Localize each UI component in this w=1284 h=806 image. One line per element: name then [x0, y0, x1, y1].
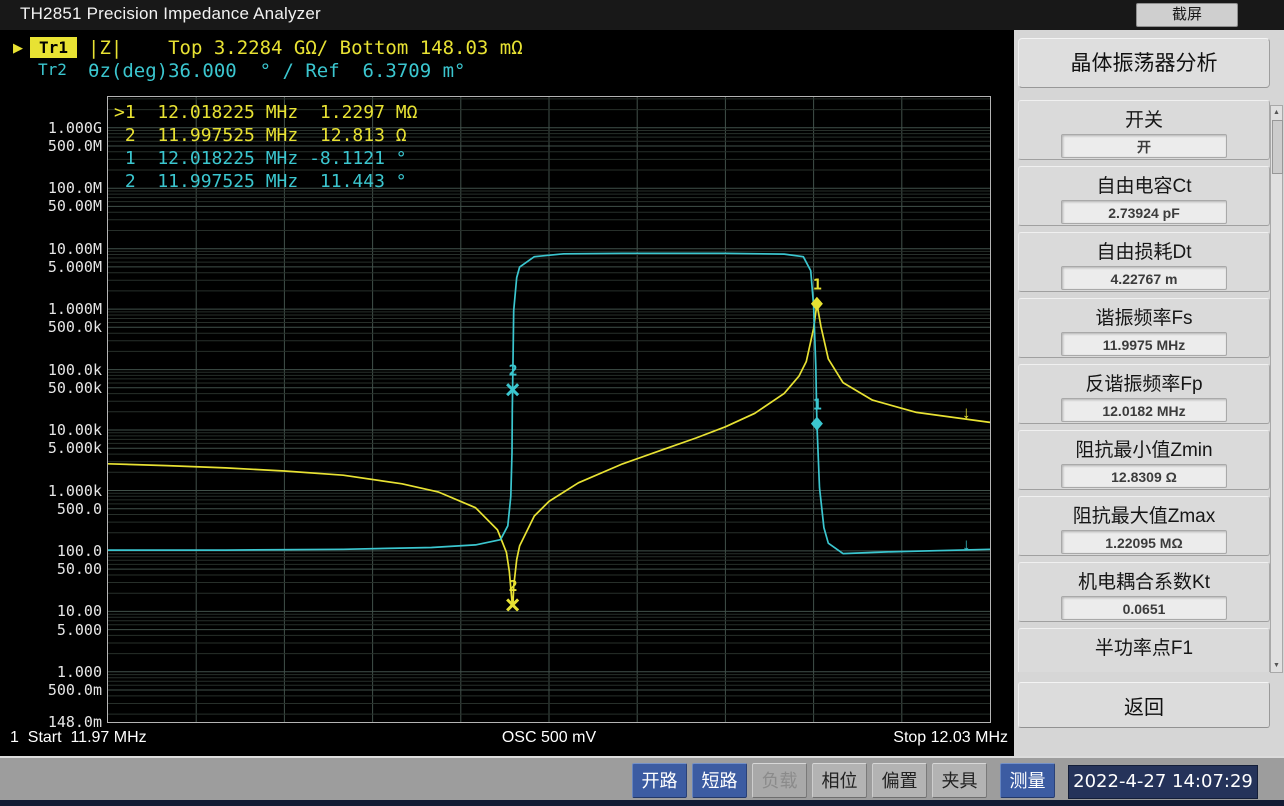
param-label: 反谐振频率Fp	[1019, 365, 1269, 396]
y-axis-tick: 500.0m	[4, 681, 102, 699]
y-axis-tick: 5.000	[4, 621, 102, 639]
param-value: 0.0651	[1061, 596, 1227, 620]
marker-readout-line: 2 11.997525 MHz 12.813 Ω	[114, 124, 417, 147]
y-axis-tick: 100.0k	[4, 361, 102, 379]
marker-1-tr1-label: 1	[813, 276, 822, 294]
y-axis-labels: 1.000G500.0M 100.0M50.00M 10.00M5.000M 1.00…	[0, 97, 102, 722]
param-value: 11.9975 MHz	[1061, 332, 1227, 356]
y-axis-tick: 1.000M	[4, 300, 102, 318]
sidebar-param-half-power-point-f1[interactable]: 半功率点F1	[1018, 628, 1270, 672]
marker-2-tr2-label: 2	[509, 362, 518, 380]
marker-readout-line: >1 12.018225 MHz 1.2297 MΩ	[114, 101, 417, 124]
param-label: 半功率点F1	[1019, 629, 1269, 660]
y-axis-tick: 1.000	[4, 663, 102, 681]
param-label: 开关	[1019, 101, 1269, 132]
marker-1-tr2[interactable]	[811, 417, 823, 431]
param-value: 12.0182 MHz	[1061, 398, 1227, 422]
toolbar-buttons: 开路短路负载相位偏置夹具测量	[632, 763, 1055, 798]
sidebar-param-impedance-max-zmax[interactable]: 阻抗最大值Zmax1.22095 MΩ	[1018, 496, 1270, 556]
param-value: 2.73924 pF	[1061, 200, 1227, 224]
sidebar-params: 开关开自由电容Ct2.73924 pF自由损耗Dt4.22767 m谐振频率Fs…	[1018, 100, 1270, 672]
plot-area[interactable]: 1 2 1 2 ↓ ↓ >1 12.018225 MHz 1.2297 MΩ 2 11.9…	[107, 96, 991, 723]
scrollbar-thumb[interactable]	[1272, 120, 1283, 174]
sidebar-param-resonant-freq-fs[interactable]: 谐振频率Fs11.9975 MHz	[1018, 298, 1270, 358]
marker-1-tr2-label: 1	[813, 396, 822, 414]
scroll-down-icon[interactable]: ▼	[1271, 659, 1282, 672]
trace-indicator-arrow-icon: ↓	[962, 535, 971, 554]
sweep-stop-label: Stop 12.03 MHz	[108, 729, 1008, 747]
toolbar-button-load[interactable]: 负载	[752, 763, 807, 798]
y-axis-tick: 5.000M	[4, 258, 102, 276]
sidebar-scrollbar[interactable]: ▲ ▼	[1270, 105, 1283, 673]
y-axis-tick: 500.0M	[4, 137, 102, 155]
toolbar-button-bias[interactable]: 偏置	[872, 763, 927, 798]
sidebar-param-switch[interactable]: 开关开	[1018, 100, 1270, 160]
scroll-up-icon[interactable]: ▲	[1271, 106, 1282, 119]
y-axis-tick: 1.000G	[4, 119, 102, 137]
sidebar-title: 晶体振荡器分析	[1018, 38, 1270, 88]
bottom-edge	[0, 800, 1284, 806]
y-axis-tick: 10.00M	[4, 240, 102, 258]
y-axis-tick: 100.0M	[4, 179, 102, 197]
bottom-toolbar: 开路短路负载相位偏置夹具测量 2022-4-27 14:07:29	[0, 756, 1284, 806]
marker-2-tr1-label: 2	[509, 577, 518, 595]
sidebar-param-antiresonant-freq-fp[interactable]: 反谐振频率Fp12.0182 MHz	[1018, 364, 1270, 424]
trace2-scale-readout: θz(deg)36.000 ° / Ref 6.3709 m°	[88, 60, 466, 82]
sidebar-param-free-loss-dt[interactable]: 自由损耗Dt4.22767 m	[1018, 232, 1270, 292]
y-axis-tick: 50.00	[4, 560, 102, 578]
param-value: 4.22767 m	[1061, 266, 1227, 290]
marker-readout-line: 1 12.018225 MHz -8.1121 °	[114, 147, 417, 170]
y-axis-tick: 50.00k	[4, 379, 102, 397]
sidebar-param-impedance-min-zmin[interactable]: 阻抗最小值Zmin12.8309 Ω	[1018, 430, 1270, 490]
param-value: 1.22095 MΩ	[1061, 530, 1227, 554]
active-trace-arrow-icon: ▶	[13, 40, 23, 56]
app-title: TH2851 Precision Impedance Analyzer	[20, 4, 321, 24]
y-axis-tick: 10.00k	[4, 421, 102, 439]
sidebar-param-coupling-coefficient-kt[interactable]: 机电耦合系数Kt0.0651	[1018, 562, 1270, 622]
y-axis-tick: 100.0	[4, 542, 102, 560]
toolbar-button-phase[interactable]: 相位	[812, 763, 867, 798]
param-label: 谐振频率Fs	[1019, 299, 1269, 330]
y-axis-tick: 10.00	[4, 602, 102, 620]
sidebar-param-free-capacitance-ct[interactable]: 自由电容Ct2.73924 pF	[1018, 166, 1270, 226]
back-button[interactable]: 返回	[1018, 682, 1270, 728]
param-value: 开	[1061, 134, 1227, 158]
param-value: 12.8309 Ω	[1061, 464, 1227, 488]
toolbar-button-fixture[interactable]: 夹具	[932, 763, 987, 798]
param-label: 阻抗最大值Zmax	[1019, 497, 1269, 528]
toolbar-button-short-circuit[interactable]: 短路	[692, 763, 747, 798]
marker-readout: >1 12.018225 MHz 1.2297 MΩ 2 11.997525 M…	[114, 101, 417, 193]
title-bar: TH2851 Precision Impedance Analyzer 截屏	[0, 0, 1284, 30]
trace1-scale-readout: |Z| Top 3.2284 GΩ/ Bottom 148.03 mΩ	[88, 37, 523, 59]
y-axis-tick: 1.000k	[4, 482, 102, 500]
param-label: 自由损耗Dt	[1019, 233, 1269, 264]
screenshot-button[interactable]: 截屏	[1136, 3, 1238, 27]
param-label: 阻抗最小值Zmin	[1019, 431, 1269, 462]
clock: 2022-4-27 14:07:29	[1068, 765, 1258, 799]
instrument-screen: TH2851 Precision Impedance Analyzer 截屏 ▶…	[0, 0, 1284, 806]
sidebar-menu: 晶体振荡器分析 开关开自由电容Ct2.73924 pF自由损耗Dt4.22767…	[1014, 30, 1284, 756]
y-axis-tick: 500.0	[4, 500, 102, 518]
y-axis-tick: 5.000k	[4, 439, 102, 457]
toolbar-button-measure[interactable]: 测量	[1000, 763, 1055, 798]
y-axis-tick: 50.00M	[4, 197, 102, 215]
param-label: 自由电容Ct	[1019, 167, 1269, 198]
toolbar-button-open-circuit[interactable]: 开路	[632, 763, 687, 798]
trace1-selector[interactable]: Tr1	[30, 37, 77, 58]
param-label: 机电耦合系数Kt	[1019, 563, 1269, 594]
trace-indicator-arrow-icon: ↓	[962, 403, 971, 422]
y-axis-tick: 500.0k	[4, 318, 102, 336]
trace2-selector[interactable]: Tr2	[38, 60, 67, 79]
marker-readout-line: 2 11.997525 MHz 11.443 °	[114, 170, 417, 193]
